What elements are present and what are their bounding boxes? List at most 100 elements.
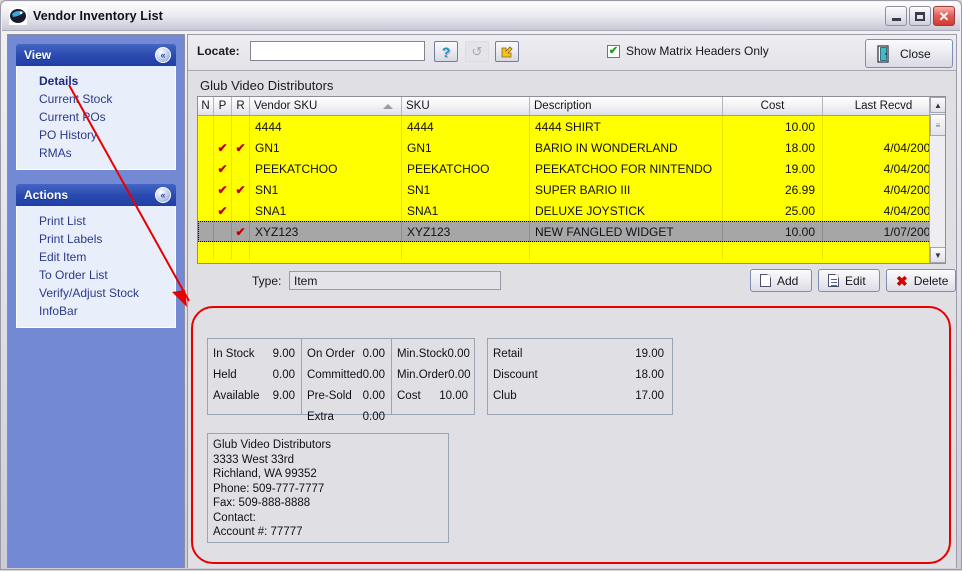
cell-r: ✔ bbox=[232, 137, 250, 158]
column-header-n[interactable]: N bbox=[198, 97, 214, 115]
cell-cost: 18.00 bbox=[723, 137, 823, 158]
price-label: Club bbox=[493, 389, 517, 402]
add-button-label: Add bbox=[777, 273, 799, 288]
sidebar-item-print-list[interactable]: Print List bbox=[17, 212, 175, 230]
stat-value: 9.00 bbox=[272, 389, 295, 402]
address-line: Contact: bbox=[213, 511, 256, 524]
column-header-vendor-sku[interactable]: Vendor SKU bbox=[250, 97, 402, 115]
cell-last-recvd: 1/07/2009 bbox=[823, 221, 945, 242]
jump-button[interactable] bbox=[495, 41, 519, 62]
cell-p: ✔ bbox=[214, 158, 232, 179]
grid-body: 4444 4444 4444 SHIRT 10.00 ✔ ✔ GN1 GN1 B… bbox=[198, 116, 945, 260]
view-panel-header: View « bbox=[16, 44, 176, 66]
main-content: Locate: ? ↺ ✔ Show Matrix Headers Only C… bbox=[187, 34, 957, 568]
stat-min-stock: Min.Stock 0.00 bbox=[392, 343, 474, 364]
cell-sku: SN1 bbox=[402, 179, 530, 200]
view-panel-body: Details Current Stock Current POs PO His… bbox=[16, 66, 176, 170]
sidebar-item-edit-item[interactable]: Edit Item bbox=[17, 248, 175, 266]
sidebar-item-verify-adjust-stock[interactable]: Verify/Adjust Stock bbox=[17, 284, 175, 302]
sidebar-item-to-order-list[interactable]: To Order List bbox=[17, 266, 175, 284]
sidebar-item-po-history[interactable]: PO History bbox=[17, 126, 175, 144]
sidebar-item-print-labels[interactable]: Print Labels bbox=[17, 230, 175, 248]
cell-vendor-sku: 4444 bbox=[250, 116, 402, 137]
cell-last-recvd: 4/04/2009 bbox=[823, 179, 945, 200]
cell-last-recvd: 4/04/2009 bbox=[823, 158, 945, 179]
delete-button[interactable]: ✖ Delete bbox=[886, 269, 956, 292]
type-field[interactable]: Item bbox=[289, 271, 501, 290]
scroll-down-button[interactable]: ▼ bbox=[930, 247, 945, 263]
sidebar-item-infobar[interactable]: InfoBar bbox=[17, 302, 175, 320]
refresh-icon: ↺ bbox=[471, 44, 483, 59]
column-header-sku[interactable]: SKU bbox=[402, 97, 530, 115]
cell-last-recvd: 4/04/2009 bbox=[823, 200, 945, 221]
exit-door-icon bbox=[877, 44, 889, 63]
cell-r bbox=[232, 200, 250, 221]
edit-button-label: Edit bbox=[845, 273, 866, 288]
table-row[interactable]: ✔ SNA1 SNA1 DELUXE JOYSTICK 25.00 4/04/2… bbox=[198, 200, 945, 221]
table-row[interactable]: ✔ PEEKATCHOO PEEKATCHOO PEEKATCHOO FOR N… bbox=[198, 158, 945, 179]
chevron-up-icon[interactable]: « bbox=[155, 47, 171, 63]
minimize-button[interactable] bbox=[885, 6, 907, 26]
address-line: Richland, WA 99352 bbox=[213, 468, 317, 480]
column-header-description[interactable]: Description bbox=[530, 97, 723, 115]
actions-panel-body: Print List Print Labels Edit Item To Ord… bbox=[16, 206, 176, 328]
address-line: 3333 West 33rd bbox=[213, 453, 294, 466]
maximize-button[interactable] bbox=[909, 6, 931, 26]
cell-p: ✔ bbox=[214, 200, 232, 221]
stock-stats-box: In Stock 9.00 Held 0.00 Available 9.00 O… bbox=[207, 338, 475, 423]
cell-last-recvd bbox=[823, 116, 945, 137]
stat-label: Cost bbox=[397, 389, 421, 402]
cell-vendor-sku: SN1 bbox=[250, 179, 402, 200]
stat-value: 0.00 bbox=[362, 368, 385, 381]
grid-vertical-scrollbar[interactable]: ▲ ≡ ▼ bbox=[929, 97, 945, 263]
refresh-button[interactable]: ↺ bbox=[465, 41, 489, 62]
add-button[interactable]: Add bbox=[750, 269, 812, 292]
column-header-p[interactable]: P bbox=[214, 97, 232, 115]
sidebar-item-current-stock[interactable]: Current Stock bbox=[17, 90, 175, 108]
column-header-last-recvd[interactable]: Last Recvd bbox=[823, 97, 945, 115]
table-row[interactable]: 4444 4444 4444 SHIRT 10.00 bbox=[198, 116, 945, 137]
show-matrix-headers-checkbox[interactable]: ✔ Show Matrix Headers Only bbox=[607, 44, 769, 58]
sidebar-item-details[interactable]: Details bbox=[17, 72, 175, 90]
stat-value: 0.00 bbox=[272, 368, 295, 381]
scroll-up-button[interactable]: ▲ bbox=[930, 97, 945, 113]
cell-sku: PEEKATCHOO bbox=[402, 158, 530, 179]
delete-button-label: Delete bbox=[913, 273, 949, 288]
stat-label: Held bbox=[213, 368, 237, 381]
edit-page-icon bbox=[828, 274, 839, 287]
grid-header-row: N P R Vendor SKU SKU Description Cost La… bbox=[198, 97, 945, 116]
cell-n bbox=[198, 200, 214, 221]
title-bar: Vendor Inventory List ✕ bbox=[2, 2, 960, 31]
type-label: Type: bbox=[252, 274, 282, 288]
edit-button[interactable]: Edit bbox=[818, 269, 880, 292]
help-button[interactable]: ? bbox=[434, 41, 458, 62]
show-matrix-headers-label: Show Matrix Headers Only bbox=[626, 44, 769, 58]
stat-cost: Cost 10.00 bbox=[392, 385, 474, 406]
cell-n bbox=[198, 137, 214, 158]
cell-p bbox=[214, 221, 232, 242]
table-row[interactable]: ✔ ✔ GN1 GN1 BARIO IN WONDERLAND 18.00 4/… bbox=[198, 137, 945, 158]
close-button[interactable]: Close bbox=[865, 39, 953, 68]
column-header-cost[interactable]: Cost bbox=[723, 97, 823, 115]
cell-r bbox=[232, 158, 250, 179]
price-box: Retail 19.00 Discount 18.00 Club 17.00 bbox=[487, 338, 673, 415]
chevron-up-icon[interactable]: « bbox=[155, 187, 171, 203]
price-label: Retail bbox=[493, 347, 523, 360]
red-x-icon: ✖ bbox=[896, 272, 908, 289]
actions-panel: Actions « Print List Print Labels Edit I… bbox=[16, 184, 176, 328]
window-controls: ✕ bbox=[885, 6, 955, 26]
cell-vendor-sku: XYZ123 bbox=[250, 221, 402, 242]
table-row-selected[interactable]: ✔ XYZ123 XYZ123 NEW FANGLED WIDGET 10.00… bbox=[198, 221, 945, 242]
locate-input[interactable] bbox=[250, 41, 425, 61]
cell-sku: GN1 bbox=[402, 137, 530, 158]
column-header-r[interactable]: R bbox=[232, 97, 250, 115]
close-window-button[interactable]: ✕ bbox=[933, 6, 955, 26]
grid-empty-area bbox=[198, 242, 945, 260]
cell-n bbox=[198, 221, 214, 242]
sidebar-item-current-pos[interactable]: Current POs bbox=[17, 108, 175, 126]
checkbox-box[interactable]: ✔ bbox=[607, 44, 620, 58]
table-row[interactable]: ✔ ✔ SN1 SN1 SUPER BARIO III 26.99 4/04/2… bbox=[198, 179, 945, 200]
scrollbar-thumb[interactable]: ≡ bbox=[930, 114, 945, 136]
stat-label: Extra bbox=[307, 410, 334, 423]
sidebar-item-rmas[interactable]: RMAs bbox=[17, 144, 175, 162]
